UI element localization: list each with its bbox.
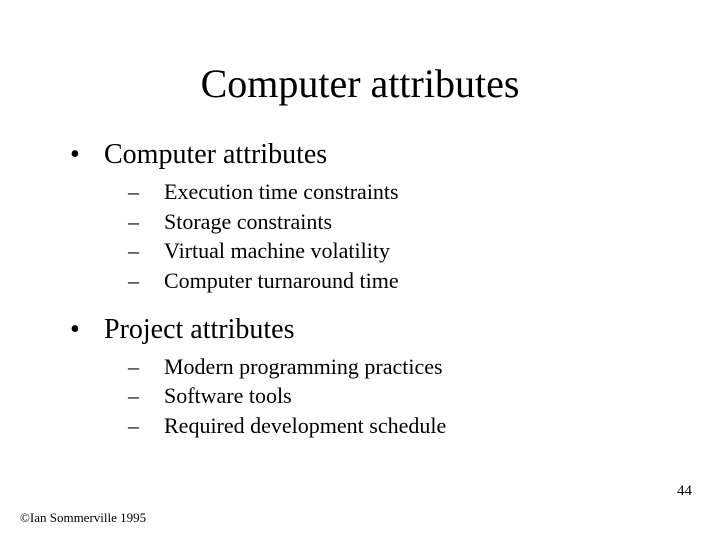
bullet-label: Computer attributes bbox=[104, 139, 327, 171]
sub-bullet-item: – Storage constraints bbox=[128, 207, 680, 237]
bullet-item: • Project attributes bbox=[70, 314, 680, 346]
sub-bullet-item: – Required development schedule bbox=[128, 411, 680, 441]
sub-bullet-label: Computer turnaround time bbox=[164, 266, 399, 296]
slide-content: • Computer attributes – Execution time c… bbox=[40, 139, 680, 441]
sub-bullet-item: – Execution time constraints bbox=[128, 177, 680, 207]
bullet-item: • Computer attributes bbox=[70, 139, 680, 171]
dash-icon: – bbox=[128, 177, 164, 207]
bullet-icon: • bbox=[70, 314, 104, 346]
footer-copyright: ©Ian Sommerville 1995 bbox=[20, 510, 146, 526]
page-number: 44 bbox=[677, 483, 692, 500]
sub-bullet-item: – Software tools bbox=[128, 381, 680, 411]
sub-bullet-list: – Modern programming practices – Softwar… bbox=[70, 352, 680, 441]
sub-bullet-label: Required development schedule bbox=[164, 411, 446, 441]
sub-bullet-list: – Execution time constraints – Storage c… bbox=[70, 177, 680, 296]
dash-icon: – bbox=[128, 381, 164, 411]
sub-bullet-item: – Computer turnaround time bbox=[128, 266, 680, 296]
slide: Computer attributes • Computer attribute… bbox=[0, 0, 720, 540]
sub-bullet-item: – Modern programming practices bbox=[128, 352, 680, 382]
sub-bullet-label: Execution time constraints bbox=[164, 177, 399, 207]
slide-title: Computer attributes bbox=[40, 60, 680, 107]
bullet-label: Project attributes bbox=[104, 314, 295, 346]
sub-bullet-item: – Virtual machine volatility bbox=[128, 236, 680, 266]
bullet-icon: • bbox=[70, 139, 104, 171]
dash-icon: – bbox=[128, 207, 164, 237]
sub-bullet-label: Storage constraints bbox=[164, 207, 332, 237]
sub-bullet-label: Software tools bbox=[164, 381, 292, 411]
dash-icon: – bbox=[128, 411, 164, 441]
dash-icon: – bbox=[128, 266, 164, 296]
dash-icon: – bbox=[128, 352, 164, 382]
sub-bullet-label: Modern programming practices bbox=[164, 352, 443, 382]
dash-icon: – bbox=[128, 236, 164, 266]
sub-bullet-label: Virtual machine volatility bbox=[164, 236, 390, 266]
